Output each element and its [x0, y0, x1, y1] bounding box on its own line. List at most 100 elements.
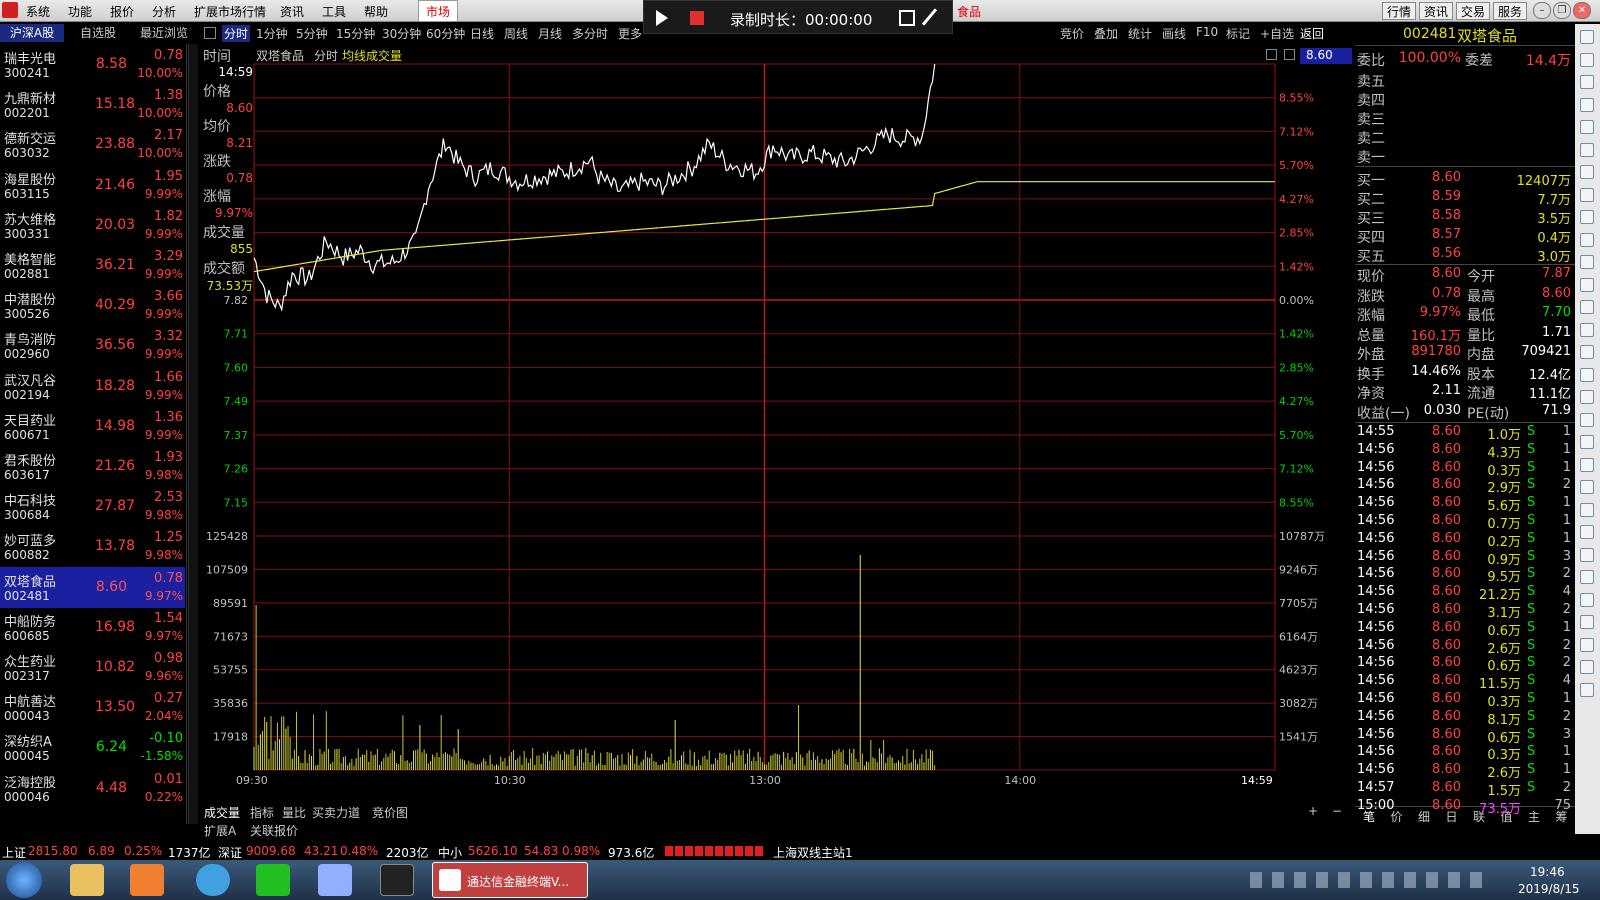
tab-related-quote[interactable]: 关联报价	[250, 822, 298, 839]
tab-more[interactable]: 更多	[618, 25, 642, 42]
menu-news[interactable]: 资讯	[280, 3, 304, 20]
taskbar-app-tdx[interactable]: 通达信金融终端V...	[432, 862, 588, 898]
toolbar-tool-icon[interactable]	[1580, 457, 1594, 472]
clock-date[interactable]: 2019/8/15	[1518, 882, 1580, 896]
zoom-minus-icon[interactable]: −	[1332, 804, 1342, 818]
photos-icon[interactable]	[196, 864, 230, 896]
start-icon[interactable]	[6, 862, 42, 898]
toolbar-tool-icon[interactable]	[1580, 682, 1594, 697]
stock-row[interactable]: 中潜股份 300526 40.29 3.66 9.99%	[0, 285, 185, 326]
tab-zixun[interactable]: 资讯	[1419, 2, 1454, 20]
toolbar-tool-icon[interactable]	[1580, 592, 1594, 607]
toolbar-tool-icon[interactable]	[1580, 480, 1594, 494]
toolbar-tool-icon[interactable]	[1580, 322, 1594, 337]
toolbar-tool-icon[interactable]	[1580, 30, 1594, 44]
stock-row[interactable]: 天目药业 600671 14.98 1.36 9.99%	[0, 406, 185, 447]
toolbar-tool-icon[interactable]	[1580, 232, 1594, 247]
toolbar-tool-icon[interactable]	[1580, 142, 1594, 157]
stock-row[interactable]: 武汉凡谷 002194 18.28 1.66 9.99%	[0, 366, 185, 407]
tab-multi-intraday[interactable]: 多分时	[572, 25, 608, 42]
menu-quote[interactable]: 报价	[110, 3, 134, 20]
tab-hangqing[interactable]: 行情	[1382, 2, 1417, 20]
toolbar-tool-icon[interactable]	[1580, 165, 1594, 179]
tab-auction-chart[interactable]: 竞价图	[372, 804, 408, 821]
tab-intraday[interactable]: 分时	[222, 25, 251, 42]
toolbar-tool-icon[interactable]	[1580, 570, 1594, 584]
toolbar-tool-icon[interactable]	[1580, 75, 1594, 89]
restore-icon[interactable]: ❐	[1553, 2, 1571, 19]
minimize-icon[interactable]: –	[1533, 2, 1551, 19]
clock-time[interactable]: 19:46	[1530, 865, 1565, 879]
menu-system[interactable]: 系统	[26, 3, 50, 20]
stock-row[interactable]: 苏大维格 300331 20.03 1.82 9.99%	[0, 205, 185, 246]
media-player-icon[interactable]	[130, 864, 164, 896]
stock-row[interactable]: 众生药业 002317 10.82 0.98 9.96%	[0, 647, 185, 688]
iqiyi-icon[interactable]	[256, 864, 290, 896]
tab-5min[interactable]: 5分钟	[296, 25, 328, 42]
menu-tools[interactable]: 工具	[322, 3, 346, 20]
intraday-chart[interactable]: 7.82 7.71 7.60 7.49 7.37 7.26 7.15 8.55% 7.12% 5.…	[200, 62, 1355, 802]
toolbar-tool-icon[interactable]	[1580, 367, 1594, 382]
list-scrollbar[interactable]	[188, 44, 198, 824]
market-button[interactable]: 市场	[418, 0, 458, 22]
toolbar-tool-icon[interactable]	[1580, 502, 1594, 517]
tab-indicator[interactable]: 指标	[250, 804, 274, 821]
tab-recent[interactable]: 最近浏览	[132, 24, 196, 42]
toolbar-tool-icon[interactable]	[1580, 615, 1594, 629]
zoom-in-icon[interactable]	[1266, 49, 1277, 60]
camera-app-icon[interactable]	[380, 864, 414, 896]
file-explorer-icon[interactable]	[70, 864, 104, 896]
tab-draw[interactable]: 画线	[1162, 25, 1186, 42]
tab-hushen-a[interactable]: 沪深A股	[0, 24, 64, 42]
tab-back[interactable]: 返回	[1300, 25, 1324, 42]
stock-row[interactable]: 妙可蓝多 600882 13.78 1.25 9.98%	[0, 526, 185, 567]
tab-1min[interactable]: 1分钟	[256, 25, 288, 42]
tab-15min[interactable]: 15分钟	[336, 25, 375, 42]
stock-row[interactable]: 海星股份 603115 21.46 1.95 9.99%	[0, 165, 185, 206]
menu-help[interactable]: 帮助	[364, 3, 388, 20]
menu-analysis[interactable]: 分析	[152, 3, 176, 20]
stock-row[interactable]: 青鸟消防 002960 36.56 3.32 9.99%	[0, 325, 185, 366]
tab-add-favorite[interactable]: +自选	[1260, 25, 1294, 42]
stock-row[interactable]: 德新交运 603032 23.88 2.17 10.00%	[0, 124, 185, 165]
stock-row[interactable]: 深纺织A 000045 6.24 -0.10 -1.58%	[0, 727, 185, 768]
tab-volume-ratio[interactable]: 量比	[282, 804, 306, 821]
tray-icons[interactable]	[1250, 872, 1490, 888]
tab-volume[interactable]: 成交量	[204, 804, 240, 821]
tab-daily[interactable]: 日线	[470, 25, 494, 42]
tab-ext-a[interactable]: 扩展A	[204, 822, 236, 839]
panel-toggle-icon[interactable]	[204, 27, 216, 39]
toolbar-tool-icon[interactable]	[1580, 390, 1594, 404]
tab-mark[interactable]: 标记	[1226, 25, 1250, 42]
stock-row[interactable]: 中石科技 300684 27.87 2.53 9.98%	[0, 486, 185, 527]
tab-favorites[interactable]: 自选股	[66, 24, 130, 42]
zoom-plus-icon[interactable]: +	[1308, 804, 1318, 818]
toolbar-tool-icon[interactable]	[1580, 210, 1594, 224]
stock-row[interactable]: 瑞丰光电 300241 8.58 0.78 10.00%	[0, 44, 185, 85]
toolbar-tool-icon[interactable]	[1580, 97, 1594, 112]
toolbar-tool-icon[interactable]	[1580, 120, 1594, 134]
tab-30min[interactable]: 30分钟	[382, 25, 421, 42]
quote-tab[interactable]: 主	[1528, 808, 1540, 825]
stock-row[interactable]: 美格智能 002881 36.21 3.29 9.99%	[0, 245, 185, 286]
toolbar-tool-icon[interactable]	[1580, 277, 1594, 292]
zoom-box-icon[interactable]	[1284, 49, 1295, 60]
tab-auction[interactable]: 竞价	[1060, 25, 1084, 42]
stock-row[interactable]: 九鼎新材 002201 15.18 1.38 10.00%	[0, 84, 185, 125]
toolbar-tool-icon[interactable]	[1580, 525, 1594, 539]
toolbar-tool-icon[interactable]	[1580, 300, 1594, 314]
toolbar-tool-icon[interactable]	[1580, 660, 1594, 674]
tab-statistics[interactable]: 统计	[1128, 25, 1152, 42]
stop-icon[interactable]	[690, 11, 704, 25]
stock-row[interactable]: 双塔食品 002481 8.60 0.78 9.97%	[0, 566, 185, 608]
toolbar-tool-icon[interactable]	[1580, 187, 1594, 202]
tab-buy-sell-power[interactable]: 买卖力道	[312, 804, 360, 821]
stock-row[interactable]: 泛海控股 000046 4.48 0.01 0.22%	[0, 768, 185, 809]
tab-weekly[interactable]: 周线	[504, 25, 528, 42]
tab-overlay[interactable]: 叠加	[1094, 25, 1118, 42]
tab-60min[interactable]: 60分钟	[426, 25, 465, 42]
tab-monthly[interactable]: 月线	[538, 25, 562, 42]
feishu-icon[interactable]	[318, 864, 352, 896]
menu-function[interactable]: 功能	[68, 3, 92, 20]
menu-ext-market[interactable]: 扩展市场行情	[194, 3, 266, 20]
